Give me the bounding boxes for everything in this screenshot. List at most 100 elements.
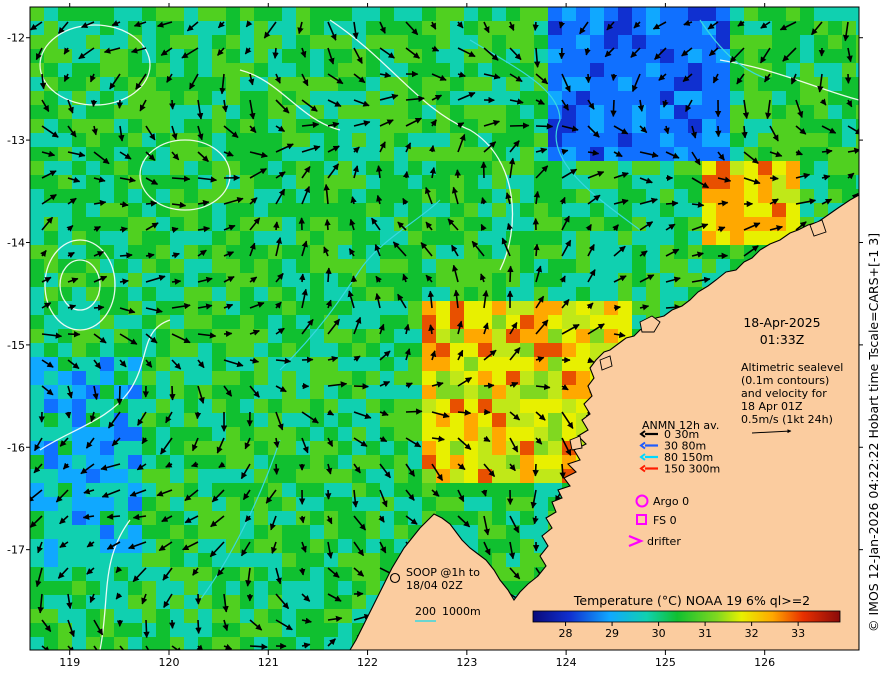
sst-cell bbox=[30, 133, 44, 147]
sst-cell bbox=[702, 259, 716, 273]
sst-cell bbox=[324, 609, 338, 623]
sst-cell bbox=[450, 357, 464, 371]
sst-cell bbox=[646, 105, 660, 119]
sst-cell bbox=[800, 7, 814, 21]
sst-cell bbox=[436, 385, 450, 399]
sst-cell bbox=[366, 49, 380, 63]
sst-cell bbox=[30, 581, 44, 595]
sst-cell bbox=[86, 49, 100, 63]
sst-cell bbox=[534, 483, 548, 497]
sst-cell bbox=[758, 231, 772, 245]
sst-cell bbox=[184, 399, 198, 413]
sst-cell bbox=[338, 595, 352, 609]
sst-cell bbox=[814, 35, 828, 49]
velocity-arrow bbox=[535, 123, 554, 130]
sst-cell bbox=[310, 273, 324, 287]
sst-cell bbox=[730, 175, 744, 189]
sst-cell bbox=[72, 539, 86, 553]
sst-cell bbox=[478, 497, 492, 511]
sst-cell bbox=[814, 161, 828, 175]
map-area[interactable] bbox=[28, 7, 870, 661]
sst-cell bbox=[184, 175, 198, 189]
sst-cell bbox=[856, 91, 859, 105]
velocity-arrow bbox=[741, 125, 748, 139]
sst-cell bbox=[786, 161, 800, 175]
sst-cell bbox=[254, 245, 268, 259]
sst-cell bbox=[240, 623, 254, 637]
colorbar-tick-label: 29 bbox=[605, 627, 619, 640]
sst-cell bbox=[478, 441, 492, 455]
sst-cell bbox=[338, 259, 352, 273]
sst-cell bbox=[296, 91, 310, 105]
sst-cell bbox=[394, 399, 408, 413]
sst-cell bbox=[534, 343, 548, 357]
sst-cell bbox=[198, 483, 212, 497]
sst-cell bbox=[464, 7, 478, 21]
sst-cell bbox=[394, 371, 408, 385]
sst-cell bbox=[422, 119, 436, 133]
sst-cell bbox=[86, 609, 100, 623]
sst-cell bbox=[548, 161, 562, 175]
sst-cell bbox=[30, 203, 44, 217]
sst-cell bbox=[212, 217, 226, 231]
sst-cell bbox=[114, 581, 128, 595]
sst-cell bbox=[156, 329, 170, 343]
sst-cell bbox=[212, 273, 226, 287]
sst-cell bbox=[184, 385, 198, 399]
sst-cell bbox=[338, 7, 352, 21]
sst-cell bbox=[72, 287, 86, 301]
sst-cell bbox=[688, 259, 702, 273]
sst-cell bbox=[30, 497, 44, 511]
sst-cell bbox=[492, 371, 506, 385]
sst-cell bbox=[366, 315, 380, 329]
sst-cell bbox=[44, 7, 58, 21]
sst-cell bbox=[184, 623, 198, 637]
sst-cell bbox=[282, 77, 296, 91]
sst-cell bbox=[100, 7, 114, 21]
sst-cell bbox=[520, 35, 534, 49]
lat-tick-label: -17 bbox=[7, 544, 25, 557]
sst-cell bbox=[310, 35, 324, 49]
sst-cell bbox=[632, 7, 646, 21]
sst-cell bbox=[394, 469, 408, 483]
velocity-arrow bbox=[223, 330, 233, 338]
sst-cell bbox=[492, 357, 506, 371]
bathymetry-label-200: 200 bbox=[415, 605, 436, 618]
sst-cell bbox=[184, 567, 198, 581]
lat-tick-label: -12 bbox=[7, 32, 25, 45]
sst-cell bbox=[660, 105, 674, 119]
sst-cell bbox=[212, 469, 226, 483]
sst-cell bbox=[394, 343, 408, 357]
sst-cell bbox=[436, 133, 450, 147]
sst-cell bbox=[562, 35, 576, 49]
sst-cell bbox=[226, 21, 240, 35]
sst-cell bbox=[478, 105, 492, 119]
sst-cell bbox=[128, 483, 142, 497]
sst-cell bbox=[618, 77, 632, 91]
velocity-arrow bbox=[324, 218, 331, 231]
sst-cell bbox=[646, 63, 660, 77]
sst-cell bbox=[660, 259, 674, 273]
sst-cell bbox=[142, 133, 156, 147]
sst-cell bbox=[226, 483, 240, 497]
sst-cell bbox=[310, 175, 324, 189]
sst-cell bbox=[744, 203, 758, 217]
sst-cell bbox=[100, 231, 114, 245]
sst-cell bbox=[324, 595, 338, 609]
sst-cell bbox=[352, 77, 366, 91]
sst-cell bbox=[520, 49, 534, 63]
sst-cell bbox=[44, 497, 58, 511]
sst-cell bbox=[212, 301, 226, 315]
sst-cell bbox=[520, 189, 534, 203]
sst-cell bbox=[310, 259, 324, 273]
sst-cell bbox=[296, 35, 310, 49]
sst-cell bbox=[506, 567, 520, 581]
sst-cell bbox=[282, 231, 296, 245]
sst-cell bbox=[422, 273, 436, 287]
sst-cell bbox=[422, 413, 436, 427]
sst-cell bbox=[744, 119, 758, 133]
sst-cell bbox=[422, 35, 436, 49]
sst-cell bbox=[44, 371, 58, 385]
sst-cell bbox=[464, 399, 478, 413]
sst-cell bbox=[100, 217, 114, 231]
